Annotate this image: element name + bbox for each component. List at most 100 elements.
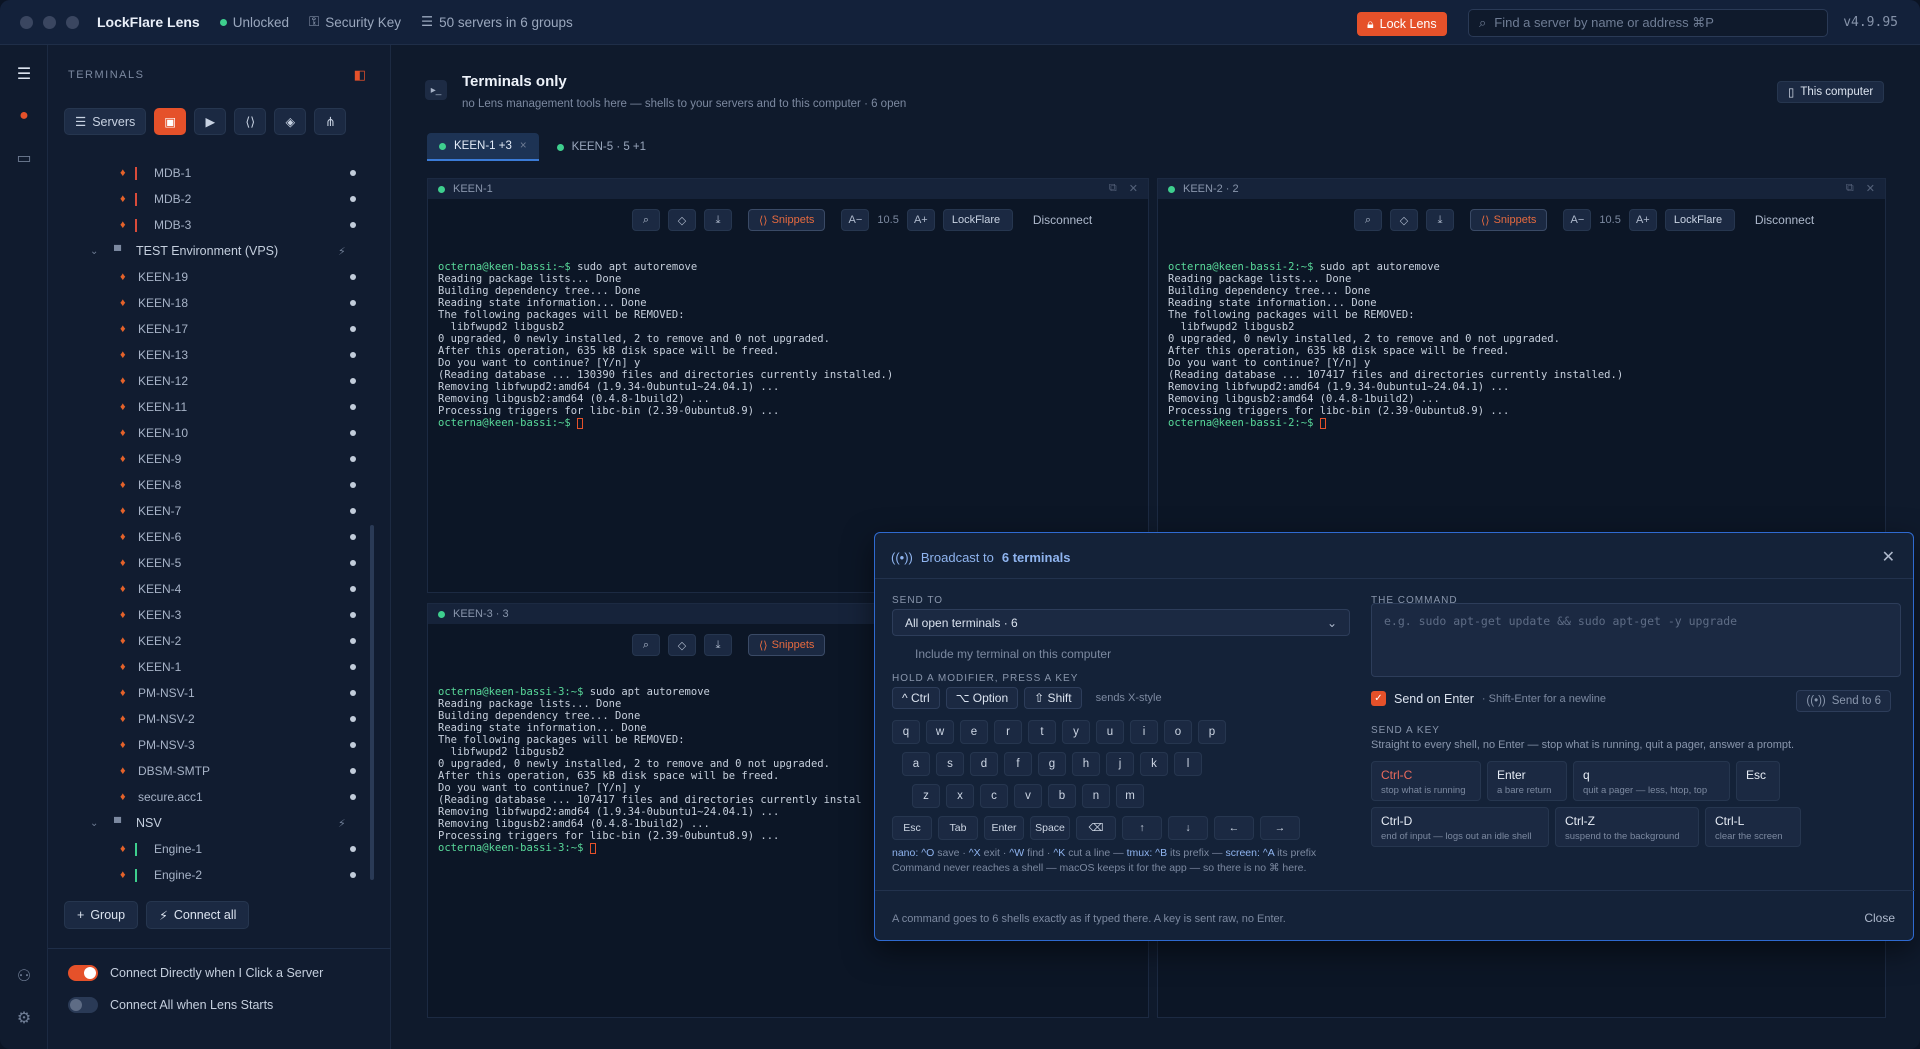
sidebar-collapse-icon[interactable]: ◧: [354, 67, 366, 83]
server-item[interactable]: ♦ KEEN-12: [48, 368, 368, 394]
key-button[interactable]: z: [912, 784, 940, 808]
servers-button[interactable]: ☰ Servers: [64, 108, 147, 135]
close-tab-icon[interactable]: ×: [520, 140, 527, 152]
font-select[interactable]: LockFlare: [942, 209, 1013, 231]
server-item[interactable]: ♦ KEEN-9: [48, 446, 368, 472]
key-button[interactable]: e: [960, 720, 988, 744]
chevron-down-icon[interactable]: ⌄: [90, 818, 98, 829]
server-item[interactable]: ♦ secure.acc1: [48, 784, 368, 810]
key-button[interactable]: d: [970, 752, 998, 776]
snippets-button[interactable]: ⟨⟩ Snippets: [748, 634, 826, 656]
server-item[interactable]: ♦ KEEN-13: [48, 342, 368, 368]
bolt-icon[interactable]: ⚡︎: [338, 817, 346, 830]
connect-all-button[interactable]: ⚡︎ Connect all: [146, 901, 250, 929]
key-button[interactable]: y: [1062, 720, 1090, 744]
key-button[interactable]: u: [1096, 720, 1124, 744]
server-item[interactable]: ♦ Engine-2: [48, 862, 368, 888]
command-input[interactable]: e.g. sudo apt-get update && sudo apt-get…: [1371, 603, 1901, 677]
lock-lens-button[interactable]: 🔒︎ Lock Lens: [1357, 12, 1447, 36]
terminal-view-button[interactable]: ▣: [154, 108, 187, 135]
font-decrease-button[interactable]: A−: [1563, 209, 1592, 231]
add-group-button[interactable]: + Group: [64, 901, 139, 929]
security-key-status[interactable]: ⚿ Security Key: [309, 14, 401, 30]
key-button[interactable]: p: [1198, 720, 1226, 744]
connect-all-startup-toggle[interactable]: [68, 997, 98, 1013]
close-icon[interactable]: ✕: [1129, 182, 1138, 195]
font-select[interactable]: LockFlare: [1664, 209, 1735, 231]
send-on-enter-checkbox[interactable]: ✓: [1371, 691, 1386, 706]
chevron-down-icon[interactable]: ⌄: [90, 246, 98, 257]
minimize-window-button[interactable]: [43, 15, 56, 29]
connect-directly-toggle[interactable]: [68, 965, 98, 981]
send-ctrl-c-button[interactable]: Ctrl-C stop what is running: [1371, 761, 1481, 801]
key-button[interactable]: →: [1260, 816, 1300, 840]
gear-icon[interactable]: ⚙: [12, 1007, 36, 1029]
server-item[interactable]: ♦ KEEN-5: [48, 550, 368, 576]
flame-rail-icon[interactable]: ●: [12, 105, 36, 127]
key-button[interactable]: o: [1164, 720, 1192, 744]
send-to-select[interactable]: All open terminals · 6 ⌄: [892, 609, 1350, 636]
key-button[interactable]: Space: [1030, 816, 1070, 840]
server-group[interactable]: ⌄ ▀ TEST Environment (VPS) ⚡︎: [48, 238, 368, 264]
topology-button[interactable]: ⋔: [314, 108, 347, 135]
server-group[interactable]: ⌄ ▀ NSV ⚡︎: [48, 810, 368, 836]
sidebar-scrollbar[interactable]: [370, 525, 374, 880]
key-button[interactable]: w: [926, 720, 954, 744]
key-button[interactable]: Enter: [984, 816, 1024, 840]
server-item[interactable]: ♦ MDB-1: [48, 160, 368, 186]
close-icon[interactable]: ✕: [1866, 182, 1875, 195]
key-button[interactable]: q: [892, 720, 920, 744]
server-item[interactable]: ♦ DBSM-SMTP: [48, 758, 368, 784]
server-item[interactable]: ♦ MDB-3: [48, 212, 368, 238]
server-item[interactable]: ♦ KEEN-7: [48, 498, 368, 524]
key-button[interactable]: ↓: [1168, 816, 1208, 840]
key-button[interactable]: r: [994, 720, 1022, 744]
server-item[interactable]: ♦ KEEN-17: [48, 316, 368, 342]
server-item[interactable]: ♦ KEEN-18: [48, 290, 368, 316]
play-button[interactable]: ▶: [194, 108, 227, 135]
key-button[interactable]: x: [946, 784, 974, 808]
search-icon[interactable]: ⌕: [1354, 209, 1382, 231]
server-search-input[interactable]: ⌕ Find a server by name or address ⌘P: [1468, 9, 1828, 37]
font-increase-button[interactable]: A+: [906, 209, 935, 231]
users-rail-icon[interactable]: ⚇: [12, 965, 36, 987]
send-q-button[interactable]: q quit a pager — less, htop, top: [1573, 761, 1730, 801]
search-icon[interactable]: ⌕: [632, 209, 660, 231]
close-icon[interactable]: ✕: [1882, 547, 1895, 567]
this-computer-button[interactable]: ▯ This computer: [1777, 81, 1885, 103]
server-item[interactable]: ♦ KEEN-8: [48, 472, 368, 498]
server-item[interactable]: ♦ KEEN-11: [48, 394, 368, 420]
key-button[interactable]: j: [1106, 752, 1134, 776]
server-item[interactable]: ♦ KEEN-19: [48, 264, 368, 290]
server-item[interactable]: ♦ KEEN-6: [48, 524, 368, 550]
server-item[interactable]: ♦ KEEN-4: [48, 576, 368, 602]
download-icon[interactable]: ⤓: [704, 634, 732, 656]
server-item[interactable]: ♦ Engine-1: [48, 836, 368, 862]
folder-rail-icon[interactable]: ▭: [12, 147, 36, 169]
key-button[interactable]: a: [902, 752, 930, 776]
eraser-icon[interactable]: ◇: [1390, 209, 1418, 231]
key-button[interactable]: ←: [1214, 816, 1254, 840]
download-icon[interactable]: ⤓: [704, 209, 732, 231]
package-button[interactable]: ◈: [274, 108, 307, 135]
zoom-window-button[interactable]: [66, 15, 79, 29]
key-button[interactable]: t: [1028, 720, 1056, 744]
ctrl-modifier-button[interactable]: ^ Ctrl: [892, 687, 940, 709]
key-button[interactable]: n: [1082, 784, 1110, 808]
key-button[interactable]: ⌫: [1076, 816, 1116, 840]
key-button[interactable]: Tab: [938, 816, 978, 840]
snippets-button[interactable]: ⟨⟩ Snippets: [748, 209, 826, 231]
send-enter-button[interactable]: Enter a bare return: [1487, 761, 1567, 801]
font-increase-button[interactable]: A+: [1628, 209, 1657, 231]
key-button[interactable]: c: [980, 784, 1008, 808]
tab-keen-1[interactable]: KEEN-1 +3 ×: [427, 133, 539, 161]
key-button[interactable]: m: [1116, 784, 1144, 808]
key-button[interactable]: i: [1130, 720, 1158, 744]
disconnect-button[interactable]: Disconnect: [1033, 213, 1092, 227]
server-item[interactable]: ♦ KEEN-1: [48, 654, 368, 680]
key-button[interactable]: g: [1038, 752, 1066, 776]
bolt-icon[interactable]: ⚡︎: [338, 245, 346, 258]
key-button[interactable]: s: [936, 752, 964, 776]
tab-keen-5[interactable]: KEEN-5 · 5 +1: [545, 133, 658, 161]
close-window-button[interactable]: [20, 15, 33, 29]
